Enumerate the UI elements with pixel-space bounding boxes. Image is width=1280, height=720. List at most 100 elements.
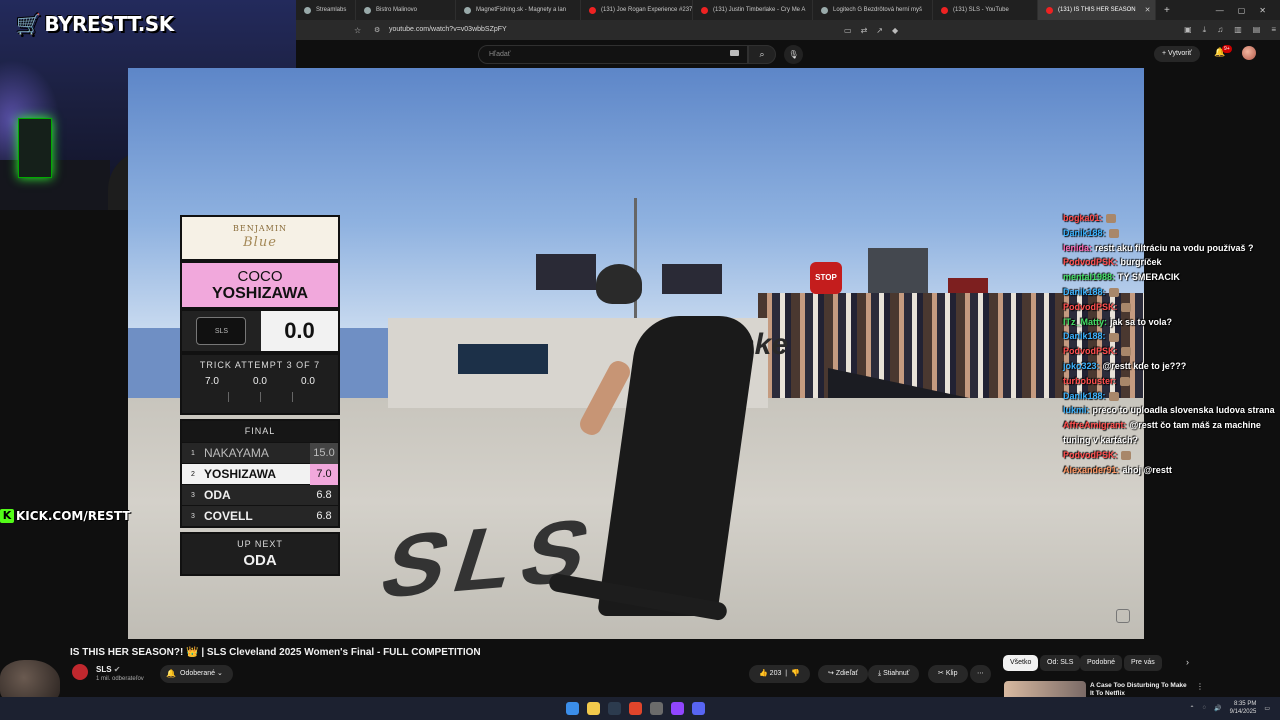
sidebar-icon[interactable]: ▥ bbox=[1234, 25, 1242, 35]
channel-avatar[interactable] bbox=[72, 664, 88, 680]
globe-icon bbox=[304, 6, 311, 14]
filter-chip[interactable]: Podobné bbox=[1080, 655, 1123, 671]
share-button[interactable]: ↪ Zdieľať bbox=[818, 665, 869, 683]
standings-score: 6.8 bbox=[316, 488, 332, 501]
filter-chip[interactable]: Všetko bbox=[1003, 655, 1039, 671]
filter-chip[interactable]: Od: SLS bbox=[1040, 655, 1081, 671]
extension-icon[interactable]: ◆ bbox=[892, 26, 898, 35]
browser-tab[interactable]: Logitech G Bezdrôtová herní myš bbox=[813, 0, 933, 20]
chat-message: PodvodPSK: bbox=[1063, 300, 1277, 315]
music-icon[interactable]: ♫ bbox=[1217, 25, 1223, 35]
minimize-icon[interactable]: — bbox=[1216, 6, 1224, 15]
skater-name-panel: COCO YOSHIZAWA bbox=[180, 261, 340, 309]
standings-score: 15.0 bbox=[310, 442, 338, 464]
create-label: Vytvoriť bbox=[1168, 50, 1192, 57]
close-window-icon[interactable]: ✕ bbox=[1259, 6, 1266, 15]
recommended-title[interactable]: A Case Too Disturbing To Make It To Netf… bbox=[1090, 682, 1190, 698]
notifications-center-icon[interactable]: ▭ bbox=[1264, 705, 1270, 712]
cart-icon: 🛒 bbox=[16, 12, 41, 36]
window-icon[interactable]: ▣ bbox=[1184, 25, 1192, 35]
light-pole bbox=[634, 198, 637, 328]
twitch-icon[interactable] bbox=[671, 702, 684, 715]
discord-icon[interactable] bbox=[692, 702, 705, 715]
scoreboard: BENJAMIN Blue COCO YOSHIZAWA SLS 0.0 TRI… bbox=[180, 215, 340, 576]
tab-list: Streamlabs Bistro Malinovo MagnetFishing.s… bbox=[296, 0, 1156, 20]
browser-tab[interactable]: (131) Joe Rogan Experience #237 bbox=[581, 0, 693, 20]
search-button[interactable]: ⌕ bbox=[748, 45, 776, 64]
attempt-score: 7.0 bbox=[205, 376, 219, 387]
chat-message: PodvodPSK: burgríček bbox=[1063, 255, 1277, 270]
more-actions-button[interactable]: ⋯ bbox=[970, 665, 991, 683]
stream-logo-text: BYRESTT.SK bbox=[44, 12, 174, 36]
voice-search-button[interactable]: 🎙 bbox=[784, 45, 803, 64]
system-tray: ⌃ ◌ 🔊 8:35 PM 9/14/2025 ▭ bbox=[1190, 700, 1270, 716]
like-icon: 👍 bbox=[759, 670, 768, 677]
clock[interactable]: 8:35 PM 9/14/2025 bbox=[1230, 700, 1257, 716]
channel-name[interactable]: SLS ✔ bbox=[96, 665, 121, 674]
close-tab-icon[interactable]: ✕ bbox=[1145, 6, 1151, 14]
site-info-icon[interactable]: ⚙ bbox=[374, 26, 380, 34]
wifi-icon[interactable]: ◌ bbox=[1203, 705, 1207, 711]
like-button[interactable]: 👍 203 | 👎 bbox=[749, 665, 810, 683]
browser-tab[interactable]: (131) Justin Timberlake - Cry Me A bbox=[693, 0, 813, 20]
tray-chevron-icon[interactable]: ⌃ bbox=[1190, 705, 1195, 712]
up-next-panel: UP NEXT ODA bbox=[180, 532, 340, 576]
screen: 🛒 BYRESTT.SK Streamlabs Bistro Malinovo Ma… bbox=[0, 0, 1280, 720]
menu-icon[interactable]: ≡ bbox=[1271, 25, 1276, 35]
chat-username: Danik188: bbox=[1063, 390, 1106, 401]
more-icon: ⋯ bbox=[977, 670, 984, 677]
obs-icon[interactable] bbox=[650, 702, 663, 715]
tab-label: MagnetFishing.sk - Magnety a lan bbox=[476, 7, 567, 13]
wallet-icon[interactable]: ▤ bbox=[1253, 25, 1261, 35]
volume-icon[interactable]: 🔊 bbox=[1214, 705, 1221, 712]
channel-watermark-icon bbox=[1116, 609, 1130, 623]
emote-icon bbox=[1108, 391, 1119, 401]
account-avatar[interactable] bbox=[1242, 46, 1256, 60]
standings-rank: 1 bbox=[191, 449, 195, 457]
chevron-right-icon[interactable]: › bbox=[1186, 657, 1189, 667]
brave-browser-icon[interactable] bbox=[629, 702, 642, 715]
download-button[interactable]: ⤓ Stiahnuť bbox=[868, 665, 920, 683]
terminal-icon[interactable] bbox=[608, 702, 621, 715]
desk bbox=[0, 160, 110, 210]
bookmark-icon[interactable]: ☆ bbox=[354, 26, 361, 35]
emote-icon bbox=[1120, 347, 1131, 357]
url-field[interactable]: youtube.com/watch?v=v03wbbSZpFY bbox=[389, 26, 507, 33]
translate-icon[interactable]: ⇄ bbox=[861, 26, 868, 35]
attempt-score: 0.0 bbox=[301, 376, 315, 387]
chat-text: TY SMERACIK bbox=[1118, 272, 1180, 283]
standings-name: YOSHIZAWA bbox=[204, 467, 277, 481]
clip-label: Klip bbox=[945, 670, 958, 677]
clock-date: 9/14/2025 bbox=[1229, 709, 1257, 715]
new-tab-icon[interactable]: + bbox=[1156, 5, 1178, 16]
chat-message: lukmi: preco to uploadla slovenska ludova… bbox=[1063, 403, 1277, 418]
maximize-icon[interactable]: ▢ bbox=[1238, 6, 1246, 15]
download-icon[interactable]: ⤓ bbox=[1203, 25, 1207, 35]
clip-button[interactable]: ✂ Klip bbox=[928, 665, 968, 683]
keyboard-icon[interactable] bbox=[730, 50, 739, 56]
standings-score: 7.0 bbox=[310, 463, 338, 485]
share-icon[interactable]: ↗ bbox=[876, 26, 883, 35]
browser-tab[interactable]: Bistro Malinovo bbox=[356, 0, 456, 20]
create-button[interactable]: + Vytvoriť bbox=[1154, 46, 1200, 62]
file-explorer-icon[interactable] bbox=[587, 702, 600, 715]
youtube-icon bbox=[1046, 6, 1053, 14]
chat-message: PodvodPSK: bbox=[1063, 344, 1277, 359]
cast-icon[interactable]: ▭ bbox=[844, 26, 852, 35]
standings-score: 6.8 bbox=[316, 509, 332, 522]
browser-tab[interactable]: (131) IS THIS HER SEASON ✕ bbox=[1038, 0, 1156, 20]
browser-tab[interactable]: Streamlabs bbox=[296, 0, 356, 20]
subscribed-button[interactable]: 🔔 Odoberané ⌄ bbox=[160, 665, 233, 683]
browser-tab[interactable]: (131) SLS - YouTube bbox=[933, 0, 1038, 20]
filter-chip[interactable]: Pre vás bbox=[1124, 655, 1162, 671]
browser-tab[interactable]: MagnetFishing.sk - Magnety a lan bbox=[456, 0, 581, 20]
more-vert-icon[interactable]: ⋮ bbox=[1196, 682, 1204, 691]
search-input[interactable]: Hľadať bbox=[478, 45, 748, 64]
windows-start-icon[interactable] bbox=[566, 702, 579, 715]
chat-username: lenida: bbox=[1063, 242, 1093, 253]
share-arrow-icon: ↪ bbox=[828, 670, 834, 677]
tent bbox=[662, 264, 722, 294]
standings-list: 1 NAKAYAMA 15.0 2 YOSHIZAWA 7.0 3 ODA 6.8 3 COVELL… bbox=[182, 442, 338, 526]
attempt-ticks bbox=[182, 387, 338, 402]
current-score: 0.0 bbox=[260, 311, 338, 351]
